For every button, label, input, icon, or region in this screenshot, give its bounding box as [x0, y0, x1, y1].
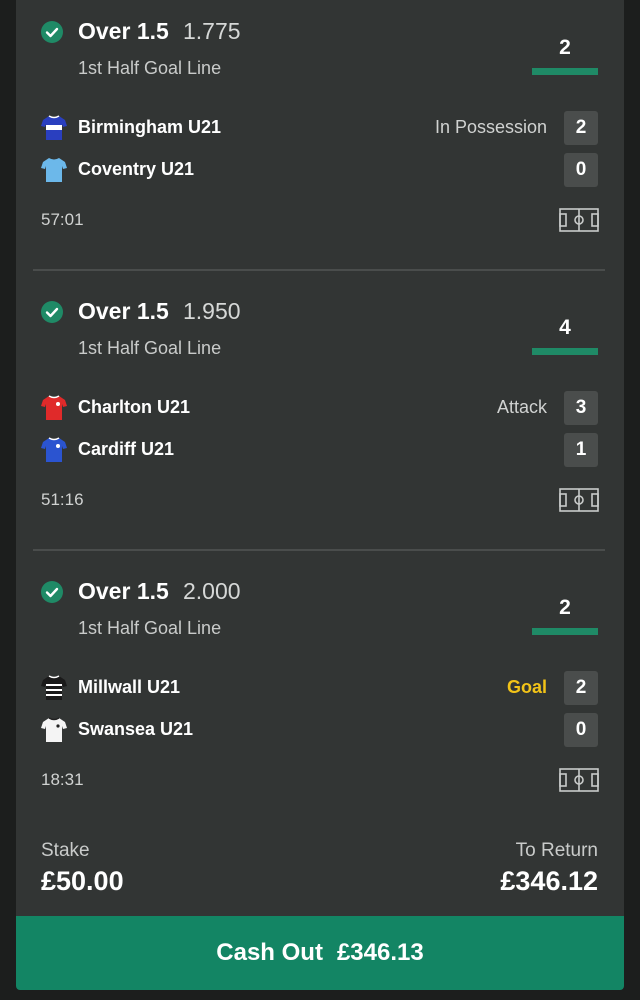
millwall-kit-icon — [41, 675, 67, 700]
pitch-icon[interactable] — [559, 488, 599, 512]
swansea-kit-icon — [41, 717, 67, 742]
goal-status: Goal — [506, 677, 547, 697]
match-status: Attack — [496, 397, 547, 417]
team-name: Cardiff U21 — [78, 439, 175, 459]
check-icon — [41, 21, 63, 43]
odds-value: 1.950 — [183, 298, 241, 324]
divider — [33, 269, 605, 271]
charlton-kit-icon — [41, 395, 67, 420]
pitch-icon[interactable] — [559, 768, 599, 792]
birmingham-kit-icon — [41, 115, 67, 140]
odds-value: 2.000 — [183, 578, 241, 604]
market-name: Over 1.5 — [78, 18, 169, 44]
total-goals-bar — [532, 68, 598, 75]
stake-value: £50.00 — [41, 866, 124, 896]
total-goals: 2 — [559, 36, 571, 59]
selection-3[interactable]: Over 1.5 2.000 1st Half Goal Line 2 Mill… — [16, 560, 624, 840]
coventry-kit-icon — [41, 158, 67, 182]
total-goals: 2 — [559, 596, 571, 619]
home-score: 3 — [564, 391, 598, 425]
stake-label: Stake — [41, 840, 90, 861]
check-icon — [41, 581, 63, 603]
check-icon — [41, 301, 63, 323]
market-name: Over 1.5 — [78, 578, 169, 604]
match-time: 51:16 — [41, 490, 84, 509]
match-time: 57:01 — [41, 210, 84, 229]
cash-out-amount: £346.13 — [336, 939, 424, 966]
odds-value: 1.775 — [183, 18, 241, 44]
pitch-icon[interactable] — [559, 208, 599, 232]
total-goals-bar — [532, 628, 598, 635]
market-subtitle: 1st Half Goal Line — [78, 58, 222, 78]
cardiff-kit-icon — [41, 437, 67, 462]
team-name: Millwall U21 — [78, 677, 181, 697]
away-team-row: Coventry U21 0 — [16, 153, 624, 187]
selection-2[interactable]: Over 1.5 1.950 1st Half Goal Line 4 Char… — [16, 280, 624, 560]
cash-out-button[interactable]: Cash Out £346.13 — [16, 916, 624, 990]
team-name: Birmingham U21 — [78, 117, 222, 137]
market-name: Over 1.5 — [78, 298, 169, 324]
match-time: 18:31 — [41, 770, 84, 789]
selection-1[interactable]: Over 1.5 1.775 1st Half Goal Line 2 Birm… — [16, 0, 624, 280]
away-team-row: Cardiff U21 1 — [16, 433, 624, 467]
home-team-row: Birmingham U21 In Possession 2 — [16, 111, 624, 145]
total-goals-bar — [532, 348, 598, 355]
home-team-row: Charlton U21 Attack 3 — [16, 391, 624, 425]
market-subtitle: 1st Half Goal Line — [78, 618, 222, 638]
home-score: 2 — [564, 671, 598, 705]
match-status: In Possession — [434, 117, 547, 137]
away-score: 1 — [564, 433, 598, 467]
team-name: Charlton U21 — [78, 397, 191, 417]
market-subtitle: 1st Half Goal Line — [78, 338, 222, 358]
cash-out-label: Cash Out — [216, 939, 323, 966]
away-score: 0 — [564, 153, 598, 187]
to-return-label: To Return — [515, 840, 598, 861]
home-team-row: Millwall U21 Goal 2 — [16, 671, 624, 705]
divider — [33, 549, 605, 551]
away-team-row: Swansea U21 0 — [16, 713, 624, 747]
bet-card: Over 1.5 1.775 1st Half Goal Line 2 Birm… — [16, 0, 624, 930]
total-goals: 4 — [559, 316, 571, 339]
team-name: Swansea U21 — [78, 719, 194, 739]
team-name: Coventry U21 — [78, 159, 195, 179]
to-return-value: £346.12 — [500, 866, 598, 896]
away-score: 0 — [564, 713, 598, 747]
home-score: 2 — [564, 111, 598, 145]
